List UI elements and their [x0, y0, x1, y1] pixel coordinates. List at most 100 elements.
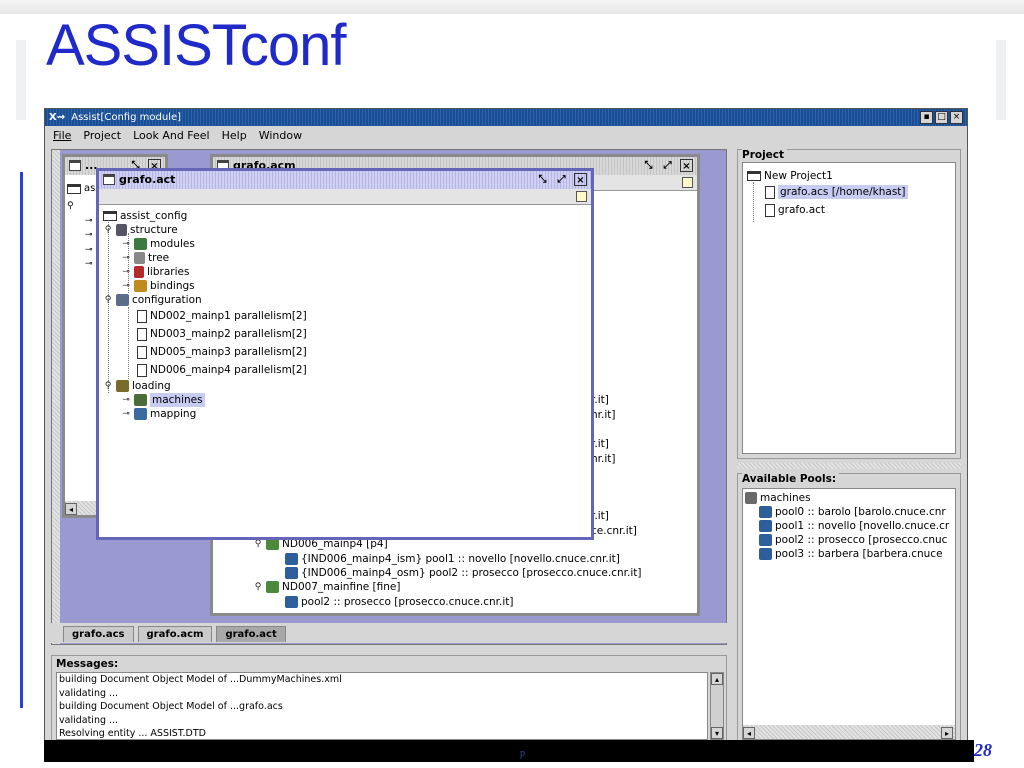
tab-grafo-acs[interactable]: grafo.acs [63, 626, 134, 642]
desktop-left-edge [52, 150, 60, 644]
act-tree-node[interactable]: ⊸ libraries [121, 265, 189, 279]
footer-text-fragment: p [520, 748, 525, 759]
scroll-left-arrow-icon[interactable]: ◂ [743, 727, 755, 739]
pool-item[interactable]: pool2 :: prosecco [prosecco.cnuc [759, 533, 947, 547]
act-tree-node[interactable]: ⚲ structure [103, 223, 178, 237]
act-tree-node[interactable]: ⚲ configuration [103, 293, 202, 307]
tree-label: mapping [150, 408, 197, 420]
scroll-up-arrow-icon[interactable]: ▴ [711, 673, 723, 685]
acm-tree-leaf[interactable]: pool2 :: prosecco [prosecco.cnuce.cnr.it… [285, 595, 514, 609]
tab-grafo-acm[interactable]: grafo.acm [137, 626, 213, 642]
project-file[interactable]: grafo.act [765, 203, 825, 217]
tree-handle-icon[interactable]: ⚲ [103, 223, 113, 237]
minimize-button[interactable]: ▪ [920, 111, 933, 124]
acm-tree-node[interactable]: ⚲ ND007_mainfine [fine] [253, 580, 400, 594]
menubar: File Project Look And Feel Help Window [45, 127, 967, 145]
act-tree-node[interactable]: ⊸ mapping [121, 407, 196, 421]
tree-handle-icon[interactable]: ⊸ [121, 279, 131, 293]
project-tree[interactable]: New Project1 grafo.acs [/home/khast] gra… [742, 162, 956, 454]
tree-label: structure [130, 224, 178, 236]
app-logo-icon: X⇝ [49, 112, 66, 123]
close-icon[interactable]: × [680, 159, 693, 172]
pool-item[interactable]: pool0 :: barolo [barolo.cnuce.cnr [759, 505, 946, 519]
maximize-icon[interactable]: ⤢ [661, 159, 674, 172]
tree-handle-icon[interactable]: ⊸ [67, 214, 93, 229]
tree-handle-icon[interactable]: ⊸ [67, 228, 93, 243]
tree-label: ND003_mainp2 parallelism[2] [150, 328, 307, 340]
act-config-item[interactable]: ND003_mainp2 parallelism[2] [137, 327, 307, 341]
act-config-item[interactable]: ND005_mainp3 parallelism[2] [137, 345, 307, 359]
loading-icon [116, 380, 129, 392]
tree-handle-icon[interactable]: ⊸ [67, 243, 93, 258]
pool-item[interactable]: pool3 :: barbera [barbera.cnuce [759, 547, 943, 561]
edit-icon[interactable] [682, 177, 693, 188]
menu-file[interactable]: File [53, 127, 71, 145]
menu-project[interactable]: Project [83, 127, 121, 145]
tree-handle-icon[interactable]: ⊸ [121, 393, 131, 407]
machines-icon [134, 394, 147, 406]
act-frame[interactable]: grafo.act ⤡ ⤢ × assist_config ⚲ structur… [96, 168, 594, 540]
mapping-icon [134, 408, 147, 420]
modules-icon [134, 238, 147, 250]
tree-handle-icon[interactable]: ⊸ [121, 407, 131, 421]
act-tree-node[interactable]: ⊸ modules [121, 237, 195, 251]
document-tabs: grafo.acs grafo.acm grafo.act [51, 623, 727, 643]
tree-handle-icon[interactable]: ⚲ [103, 379, 113, 393]
menu-look-and-feel[interactable]: Look And Feel [133, 127, 210, 145]
tree-handle-icon[interactable]: ⊸ [67, 257, 93, 272]
edit-icon[interactable] [576, 191, 587, 202]
pool-icon [759, 506, 772, 518]
tree-label-selected: machines [150, 393, 205, 407]
document-icon [765, 203, 775, 217]
tree-handle-icon[interactable]: ⊸ [121, 251, 131, 265]
scroll-down-arrow-icon[interactable]: ▾ [711, 727, 723, 739]
act-tree-node[interactable]: ⊸ tree [121, 251, 169, 265]
structure-icon [116, 224, 127, 236]
acm-leaf-label: pool2 :: prosecco [prosecco.cnuce.cnr.it… [301, 596, 514, 608]
pools-tree[interactable]: machines pool0 :: barolo [barolo.cnuce.c… [742, 488, 956, 740]
menu-help[interactable]: Help [222, 127, 247, 145]
close-icon[interactable]: × [574, 173, 587, 186]
splitter[interactable] [737, 463, 961, 469]
close-button[interactable]: × [950, 111, 963, 124]
iconify-icon[interactable]: ⤡ [642, 159, 655, 172]
pools-panel-title: Available Pools: [742, 473, 840, 485]
project-file[interactable]: grafo.acs [/home/khast] [765, 185, 908, 199]
project-root[interactable]: New Project1 [747, 169, 833, 183]
tree-handle-icon[interactable]: ⚲ [103, 293, 113, 307]
scroll-left-arrow-icon[interactable]: ◂ [65, 503, 77, 515]
act-tree-node[interactable]: ⚲ loading [103, 379, 171, 393]
act-tree-root[interactable]: assist_config [103, 209, 187, 223]
pools-root[interactable]: machines [745, 491, 811, 505]
tab-grafo-act[interactable]: grafo.act [216, 626, 286, 642]
act-tree-node[interactable]: ⊸ machines [121, 393, 205, 407]
acm-frame-controls: ⤡ ⤢ × [642, 159, 693, 172]
messages-log[interactable]: building Document Object Model of ...Dum… [56, 672, 708, 740]
tree-handle-icon[interactable]: ⚲ [253, 580, 263, 594]
machine-icon [285, 567, 298, 579]
pool-item[interactable]: pool1 :: novello [novello.cnuce.cr [759, 519, 949, 533]
tree-label: grafo.act [778, 204, 826, 216]
act-frame-titlebar[interactable]: grafo.act ⤡ ⤢ × [99, 171, 591, 189]
act-config-item[interactable]: ND002_mainp1 parallelism[2] [137, 309, 307, 323]
iconify-icon[interactable]: ⤡ [536, 173, 549, 186]
act-tree-node[interactable]: ⊸ bindings [121, 279, 195, 293]
menu-window[interactable]: Window [259, 127, 302, 145]
act-config-item[interactable]: ND006_mainp4 parallelism[2] [137, 363, 307, 377]
app-titlebar[interactable]: X⇝ Assist[Config module] ▪ □ × [45, 109, 967, 126]
tree-handle-icon[interactable]: ⚲ [67, 199, 93, 214]
messages-scrollbar[interactable]: ▴ ▾ [710, 672, 724, 740]
maximize-button[interactable]: □ [935, 111, 948, 124]
acm-row-fragment: nr.it] [591, 453, 616, 465]
pools-hscroll[interactable] [743, 725, 955, 739]
tree-handle-icon[interactable]: ⊸ [121, 265, 131, 279]
maximize-icon[interactable]: ⤢ [555, 173, 568, 186]
messages-title: Messages: [56, 658, 122, 670]
tree-handle-icon[interactable]: ⊸ [121, 237, 131, 251]
pool-label: pool1 :: novello [novello.cnuce.cr [775, 520, 950, 532]
acm-tree-leaf[interactable]: {IND006_mainp4_osm} pool2 :: prosecco [p… [285, 566, 641, 580]
tree-label-selected: grafo.acs [/home/khast] [778, 185, 908, 199]
scroll-right-arrow-icon[interactable]: ▸ [941, 727, 953, 739]
acm-tree-leaf[interactable]: {IND006_mainp4_ism} pool1 :: novello [no… [285, 552, 620, 566]
acm-node-label: ND007_mainfine [fine] [282, 581, 401, 593]
